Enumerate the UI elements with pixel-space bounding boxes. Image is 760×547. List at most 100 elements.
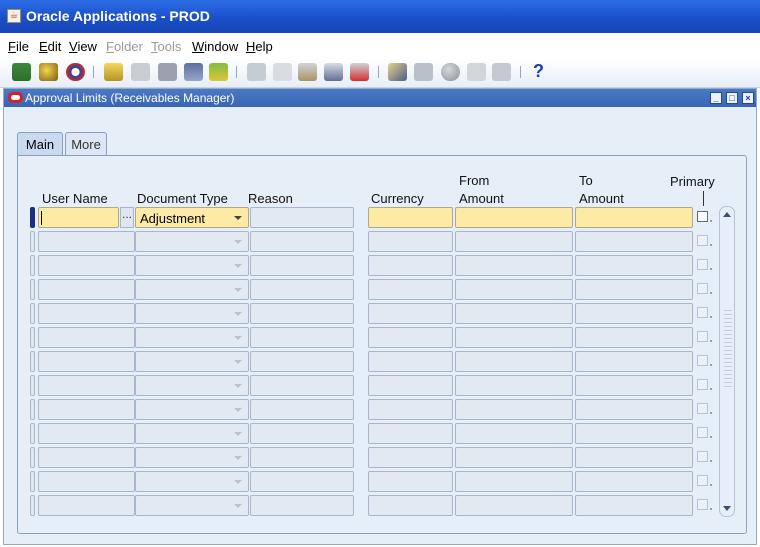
record-indicator[interactable] xyxy=(30,495,35,516)
record-indicator[interactable] xyxy=(30,471,35,492)
record-indicator[interactable] xyxy=(30,207,35,228)
to-amount-field[interactable] xyxy=(575,423,693,444)
user-name-field[interactable] xyxy=(38,447,135,468)
menu-tools[interactable]: Tools xyxy=(151,39,181,54)
document-type-select[interactable] xyxy=(135,279,249,300)
currency-field[interactable] xyxy=(368,303,453,324)
from-amount-field[interactable] xyxy=(455,495,573,516)
primary-checkbox[interactable] xyxy=(697,379,708,390)
document-type-select[interactable] xyxy=(135,375,249,396)
record-indicator[interactable] xyxy=(30,399,35,420)
primary-checkbox[interactable] xyxy=(697,355,708,366)
document-type-select[interactable] xyxy=(135,231,249,252)
currency-field[interactable] xyxy=(368,279,453,300)
from-amount-field[interactable] xyxy=(455,207,573,228)
document-type-select[interactable] xyxy=(135,303,249,324)
from-amount-field[interactable] xyxy=(455,399,573,420)
reason-field[interactable] xyxy=(250,423,354,444)
from-amount-field[interactable] xyxy=(455,471,573,492)
from-amount-field[interactable] xyxy=(455,279,573,300)
to-amount-field[interactable] xyxy=(575,279,693,300)
translations-icon[interactable] xyxy=(441,63,460,81)
primary-checkbox[interactable] xyxy=(697,475,708,486)
vertical-scrollbar[interactable] xyxy=(719,206,735,517)
user-name-field[interactable] xyxy=(38,327,135,348)
scroll-up-arrow-icon[interactable] xyxy=(723,212,731,217)
record-indicator[interactable] xyxy=(30,351,35,372)
document-type-select[interactable] xyxy=(135,255,249,276)
record-indicator[interactable] xyxy=(30,255,35,276)
to-amount-field[interactable] xyxy=(575,207,693,228)
primary-checkbox[interactable] xyxy=(697,235,708,246)
currency-field[interactable] xyxy=(368,231,453,252)
currency-field[interactable] xyxy=(368,255,453,276)
document-type-select[interactable] xyxy=(135,447,249,468)
reason-field[interactable] xyxy=(250,471,354,492)
tab-main[interactable]: Main xyxy=(17,132,63,155)
maximize-button[interactable]: □ xyxy=(726,92,738,104)
primary-checkbox[interactable] xyxy=(697,211,708,222)
currency-field[interactable] xyxy=(368,423,453,444)
primary-checkbox[interactable] xyxy=(697,427,708,438)
user-name-field[interactable] xyxy=(38,351,135,372)
document-type-select[interactable] xyxy=(135,327,249,348)
record-indicator[interactable] xyxy=(30,447,35,468)
user-name-field[interactable] xyxy=(38,255,135,276)
close-form-icon[interactable] xyxy=(184,63,203,81)
new-record-icon[interactable] xyxy=(12,63,31,81)
tab-more[interactable]: More xyxy=(65,132,107,155)
switch-responsibility-icon[interactable] xyxy=(131,63,150,81)
document-type-select[interactable] xyxy=(135,423,249,444)
primary-checkbox[interactable] xyxy=(697,307,708,318)
user-name-field[interactable] xyxy=(38,399,135,420)
from-amount-field[interactable] xyxy=(455,447,573,468)
menu-folder[interactable]: Folder xyxy=(106,39,143,54)
reason-field[interactable] xyxy=(250,399,354,420)
minimize-button[interactable]: _ xyxy=(710,92,722,104)
menu-edit[interactable]: Edit xyxy=(39,39,61,54)
reason-field[interactable] xyxy=(250,207,354,228)
currency-field[interactable] xyxy=(368,495,453,516)
reason-field[interactable] xyxy=(250,279,354,300)
find-icon[interactable] xyxy=(39,63,58,81)
cut-icon[interactable] xyxy=(247,63,266,81)
from-amount-field[interactable] xyxy=(455,231,573,252)
menu-help[interactable]: Help xyxy=(246,39,273,54)
paste-icon[interactable] xyxy=(298,63,317,81)
folder-tools-icon[interactable] xyxy=(492,63,511,81)
to-amount-field[interactable] xyxy=(575,231,693,252)
record-indicator[interactable] xyxy=(30,279,35,300)
user-name-field[interactable] xyxy=(38,303,135,324)
record-indicator[interactable] xyxy=(30,423,35,444)
reason-field[interactable] xyxy=(250,327,354,348)
menu-window[interactable]: Window xyxy=(192,39,238,54)
document-type-select[interactable] xyxy=(135,351,249,372)
delete-record-icon[interactable] xyxy=(350,63,369,81)
from-amount-field[interactable] xyxy=(455,255,573,276)
user-name-field[interactable] xyxy=(38,279,135,300)
reason-field[interactable] xyxy=(250,231,354,252)
user-name-field[interactable] xyxy=(38,231,135,252)
print-icon[interactable] xyxy=(158,63,177,81)
primary-checkbox[interactable] xyxy=(697,259,708,270)
to-amount-field[interactable] xyxy=(575,255,693,276)
primary-checkbox[interactable] xyxy=(697,331,708,342)
user-name-field[interactable] xyxy=(38,471,135,492)
record-indicator[interactable] xyxy=(30,375,35,396)
from-amount-field[interactable] xyxy=(455,327,573,348)
to-amount-field[interactable] xyxy=(575,471,693,492)
zoom-icon[interactable] xyxy=(414,63,433,81)
from-amount-field[interactable] xyxy=(455,351,573,372)
currency-field[interactable] xyxy=(368,375,453,396)
from-amount-field[interactable] xyxy=(455,303,573,324)
menu-view[interactable]: View xyxy=(69,39,97,54)
to-amount-field[interactable] xyxy=(575,327,693,348)
menu-file[interactable]: File xyxy=(8,39,29,54)
from-amount-field[interactable] xyxy=(455,375,573,396)
reason-field[interactable] xyxy=(250,303,354,324)
from-amount-field[interactable] xyxy=(455,423,573,444)
record-indicator[interactable] xyxy=(30,327,35,348)
primary-checkbox[interactable] xyxy=(697,451,708,462)
scroll-grip[interactable] xyxy=(724,307,732,387)
copy-icon[interactable] xyxy=(273,63,292,81)
